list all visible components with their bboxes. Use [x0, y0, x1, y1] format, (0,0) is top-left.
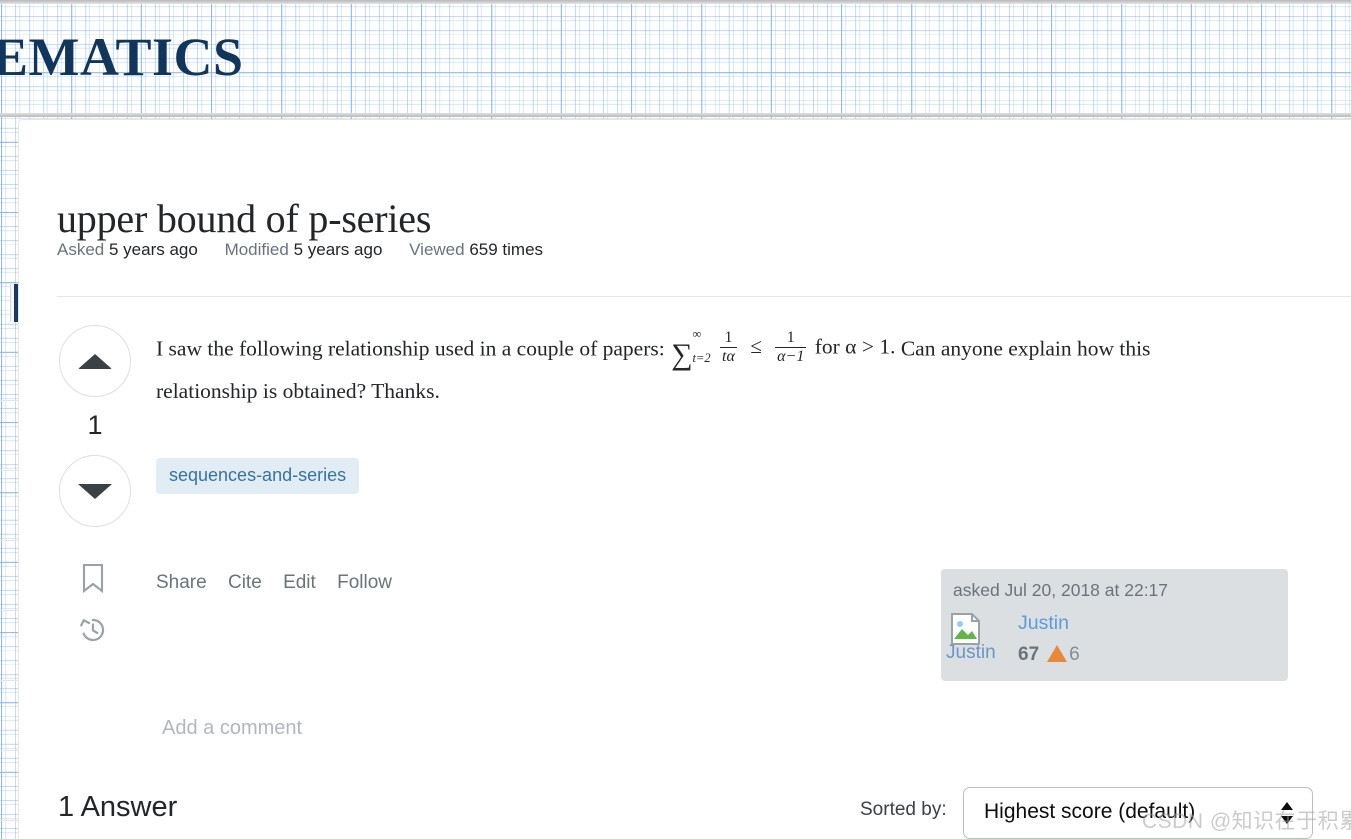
avatar-alt-text: Justin — [946, 642, 996, 663]
csdn-watermark: CSDN @知识在于积累 — [1142, 810, 1351, 833]
header-divider — [57, 296, 1351, 297]
add-comment-link[interactable]: Add a comment — [162, 717, 302, 740]
rail-divider — [0, 610, 18, 611]
fraction-denominator: tα — [720, 346, 737, 365]
history-icon[interactable] — [78, 615, 108, 650]
tag-list: sequences-and-series — [156, 458, 360, 494]
asked-timestamp: asked Jul 20, 2018 at 22:17 — [953, 580, 1169, 600]
asker-username-link[interactable]: Justin — [1018, 612, 1069, 635]
sigma-icon: ∑ — [671, 338, 693, 372]
rail-divider — [0, 400, 18, 401]
downvote-button[interactable] — [59, 455, 131, 527]
tag-sequences-and-series[interactable]: sequences-and-series — [156, 458, 360, 494]
inline-math-formula: ∑ ∞ t=2 1 tα ≤ 1 α−1 for α > 1. — [670, 327, 896, 373]
rail-divider — [0, 540, 18, 541]
bookmark-icon[interactable] — [80, 563, 106, 598]
summation-limits: ∞ t=2 — [692, 327, 711, 366]
question-body: I saw the following relationship used in… — [156, 327, 1216, 410]
math-condition: for α > 1. — [814, 334, 896, 359]
cite-link[interactable]: Cite — [228, 572, 262, 593]
asker-reputation-row: 67 6 — [1018, 643, 1080, 666]
asked-label: Asked — [57, 240, 105, 259]
triangle-up-icon — [78, 353, 112, 369]
viewed-value: 659 times — [469, 240, 544, 259]
edit-link[interactable]: Edit — [283, 572, 316, 593]
viewed-label: Viewed — [409, 240, 465, 259]
masthead-bottom-edge — [0, 113, 1351, 117]
broken-image-icon — [949, 612, 983, 646]
vote-score: 1 — [87, 410, 103, 440]
less-than-or-equal-icon: ≤ — [750, 334, 762, 359]
triangle-down-icon — [78, 483, 112, 499]
post-action-links: Share Cite Edit Follow — [156, 572, 408, 594]
site-masthead-title: EMATICS — [0, 27, 244, 87]
summation-lower-limit: t=2 — [692, 351, 711, 366]
fraction-denominator: α−1 — [775, 346, 807, 365]
bronze-badge-count: 6 — [1069, 644, 1080, 665]
fraction-numerator: 1 — [724, 329, 733, 347]
vote-column: 1 — [57, 325, 133, 527]
rail-divider — [0, 680, 18, 681]
summation-operator: ∑ ∞ t=2 — [671, 327, 711, 373]
reputation-score: 67 — [1018, 644, 1040, 665]
top-edge-strip — [0, 0, 1351, 4]
question-text-before-math: I saw the following relationship used in… — [156, 336, 665, 361]
modified-label: Modified — [224, 240, 289, 259]
rail-divider — [0, 750, 18, 751]
bronze-badge-icon — [1047, 645, 1068, 662]
answers-count-heading: 1 Answer — [58, 791, 178, 823]
follow-link[interactable]: Follow — [337, 572, 392, 593]
asker-user-card: asked Jul 20, 2018 at 22:17 — [941, 569, 1288, 681]
question-meta-stats: Asked 5 years ago Modified 5 years ago V… — [57, 240, 565, 260]
fraction-one-over-t-alpha: 1 tα — [720, 329, 737, 366]
asked-value: 5 years ago — [108, 240, 198, 259]
sort-by-label: Sorted by: — [860, 799, 947, 820]
upvote-button[interactable] — [59, 325, 131, 397]
share-link[interactable]: Share — [156, 572, 207, 593]
rail-divider — [0, 820, 18, 821]
fraction-one-over-alpha-minus-one: 1 α−1 — [775, 329, 807, 366]
rail-divider — [0, 470, 18, 471]
question-title: upper bound of p-series — [57, 195, 432, 241]
fraction-numerator: 1 — [786, 329, 795, 347]
summation-upper-limit: ∞ — [692, 327, 702, 341]
modified-value: 5 years ago — [293, 240, 383, 259]
